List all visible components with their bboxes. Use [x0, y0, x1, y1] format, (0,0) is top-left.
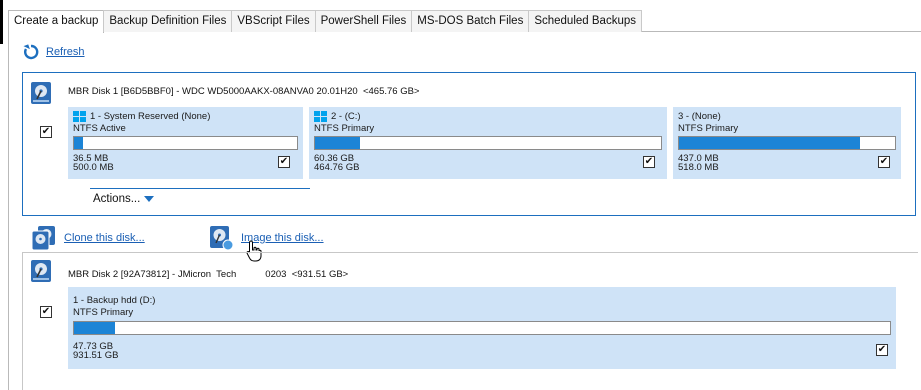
disk-2-checkbox[interactable]: ✔ [40, 306, 52, 318]
tab-create-backup[interactable]: Create a backup [8, 10, 105, 33]
partition-2-1[interactable]: 1 - Backup hdd (D:) NTFS Primary 47.73 G… [68, 287, 896, 369]
clone-disk-task[interactable]: Clone this disk... [31, 225, 145, 251]
disk-2-panel: MBR Disk 2 [92A73812] - JMicron Tech 020… [22, 252, 918, 390]
partition-usage-fill [679, 137, 861, 149]
refresh-button[interactable]: Refresh [22, 43, 85, 61]
partition-1-1-label-row: 1 - System Reserved (None) [73, 111, 210, 122]
tab-vbscript-files[interactable]: VBScript Files [231, 10, 316, 32]
actions-underline [90, 188, 310, 189]
partition-checkbox[interactable]: ✔ [278, 156, 290, 168]
partition-type: NTFS Active [73, 123, 126, 134]
tab-bar: Create a backup Backup Definition Files … [8, 10, 921, 33]
partition-usage-bar [73, 136, 298, 150]
hard-disk-icon [31, 82, 51, 104]
partition-type: NTFS Primary [314, 123, 375, 134]
clone-disk-icon [31, 226, 55, 251]
partition-usage-bar [73, 321, 891, 335]
partition-total: 931.51 GB [73, 350, 119, 361]
hard-disk-icon [31, 260, 51, 282]
disk-1-panel: MBR Disk 1 [B6D5BBF0] - WDC WD5000AAKX-0… [22, 72, 916, 216]
partition-usage-bar [314, 136, 662, 150]
tab-scheduled-backups[interactable]: Scheduled Backups [528, 10, 642, 32]
image-disk-icon [210, 226, 234, 251]
partition-total: 464.76 GB [314, 162, 360, 173]
partition-label: 1 - System Reserved (None) [90, 111, 211, 122]
partition-usage-fill [315, 137, 360, 149]
partition-1-3-label-row: 3 - (None) [678, 111, 721, 122]
partition-usage-fill [74, 137, 83, 149]
partition-checkbox[interactable]: ✔ [878, 156, 890, 168]
disk-1-title: MBR Disk 1 [B6D5BBF0] - WDC WD5000AAKX-0… [68, 86, 420, 97]
partition-2-1-label-row: 1 - Backup hdd (D:) [73, 295, 155, 306]
partition-checkbox[interactable]: ✔ [876, 344, 888, 356]
disk-2-title: MBR Disk 2 [92A73812] - JMicron Tech 020… [68, 269, 349, 280]
refresh-icon [23, 44, 39, 60]
partition-type: NTFS Primary [73, 307, 134, 318]
partition-label: 1 - Backup hdd (D:) [73, 295, 156, 306]
clone-disk-link[interactable]: Clone this disk... [64, 232, 145, 244]
partition-checkbox[interactable]: ✔ [643, 156, 655, 168]
partition-total: 500.0 MB [73, 162, 114, 173]
image-disk-task[interactable]: Image this disk... [208, 225, 324, 251]
actions-dropdown[interactable]: Actions... [93, 193, 155, 205]
partition-1-2[interactable]: 2 - (C:) NTFS Primary 60.36 GB 464.76 GB… [309, 107, 667, 179]
tab-backup-definition-files[interactable]: Backup Definition Files [103, 10, 233, 32]
tab-msdos-batch-files[interactable]: MS-DOS Batch Files [411, 10, 530, 32]
refresh-link[interactable]: Refresh [46, 46, 85, 58]
chevron-down-icon [144, 196, 155, 202]
partition-label: 3 - (None) [678, 111, 721, 122]
windows-logo-icon [314, 111, 328, 122]
windows-logo-icon [73, 111, 87, 122]
partition-1-3[interactable]: 3 - (None) NTFS Primary 437.0 MB 518.0 M… [673, 107, 901, 179]
tab-powershell-files[interactable]: PowerShell Files [314, 10, 413, 32]
partition-type: NTFS Primary [678, 123, 739, 134]
partition-total: 518.0 MB [678, 162, 719, 173]
partition-usage-fill [74, 322, 115, 334]
partition-label: 2 - (C:) [331, 111, 361, 122]
partition-1-1[interactable]: 1 - System Reserved (None) NTFS Active 3… [68, 107, 303, 179]
actions-label: Actions... [93, 193, 141, 205]
disk-1-checkbox[interactable]: ✔ [40, 126, 52, 138]
window-edge [0, 0, 3, 44]
partition-1-2-label-row: 2 - (C:) [314, 111, 361, 122]
partition-usage-bar [678, 136, 896, 150]
